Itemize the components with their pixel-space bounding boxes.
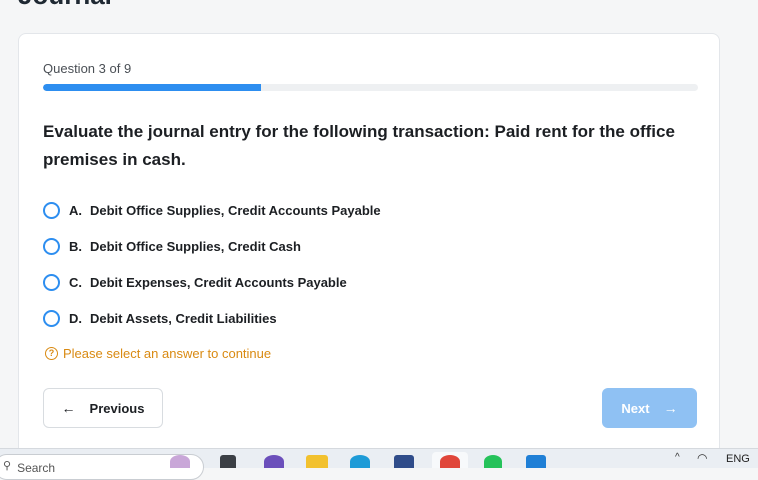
file-explorer-icon[interactable] [306, 455, 328, 468]
arrow-left-icon: ← [61, 400, 76, 416]
previous-button[interactable]: ← Previous [43, 388, 163, 428]
next-label: Next [621, 400, 650, 416]
page-heading: Journal [18, 0, 112, 10]
next-button[interactable]: Next → [602, 388, 697, 428]
search-icon: ⚲ [3, 460, 12, 472]
validation-text: Please select an answer to continue [63, 346, 272, 361]
vscode-icon[interactable] [526, 455, 546, 468]
radio-button[interactable] [43, 237, 60, 255]
progress-bar [43, 84, 698, 91]
answer-options: A. Debit Office Supplies, Credit Account… [43, 192, 683, 336]
language-indicator[interactable]: ENG [726, 453, 750, 465]
progress-label: Question 3 of 9 [43, 61, 132, 76]
option-label: Debit Expenses, Credit Accounts Payable [90, 274, 347, 290]
radio-button[interactable] [43, 273, 60, 291]
option-label: Debit Office Supplies, Credit Accounts P… [90, 202, 381, 218]
option-letter: B. [69, 238, 82, 254]
progress-fill [43, 84, 262, 91]
quiz-card: Question 3 of 9 Evaluate the journal ent… [18, 33, 720, 463]
option-letter: C. [69, 274, 82, 290]
option-a[interactable]: A. Debit Office Supplies, Credit Account… [43, 192, 683, 228]
chevron-up-icon[interactable]: ^ [675, 452, 680, 463]
option-letter: D. [69, 310, 82, 326]
arrow-right-icon: → [663, 400, 678, 416]
edge-icon[interactable] [350, 455, 370, 468]
question-circle-icon: ? [45, 347, 58, 360]
radio-button[interactable] [43, 201, 60, 219]
option-label: Debit Office Supplies, Credit Cash [90, 238, 301, 254]
validation-message: ? Please select an answer to continue [45, 346, 271, 361]
option-letter: A. [69, 202, 82, 218]
task-view-icon[interactable] [220, 455, 236, 468]
teams-icon[interactable] [264, 455, 284, 468]
option-label: Debit Assets, Credit Liabilities [90, 310, 277, 326]
store-icon[interactable] [394, 455, 414, 468]
wifi-icon[interactable]: ◠ [697, 451, 707, 465]
question-text: Evaluate the journal entry for the follo… [43, 122, 675, 169]
option-d[interactable]: D. Debit Assets, Credit Liabilities [43, 300, 683, 336]
chrome-icon[interactable] [440, 455, 460, 468]
previous-label: Previous [89, 400, 145, 416]
search-placeholder: Search [17, 461, 56, 475]
option-b[interactable]: B. Debit Office Supplies, Credit Cash [43, 228, 683, 264]
taskbar: ⚲ Search ^ ◠ ENG [0, 448, 758, 480]
whatsapp-icon[interactable] [484, 455, 502, 468]
option-c[interactable]: C. Debit Expenses, Credit Accounts Payab… [43, 264, 683, 300]
widgets-icon[interactable] [170, 455, 190, 468]
radio-button[interactable] [43, 309, 60, 327]
